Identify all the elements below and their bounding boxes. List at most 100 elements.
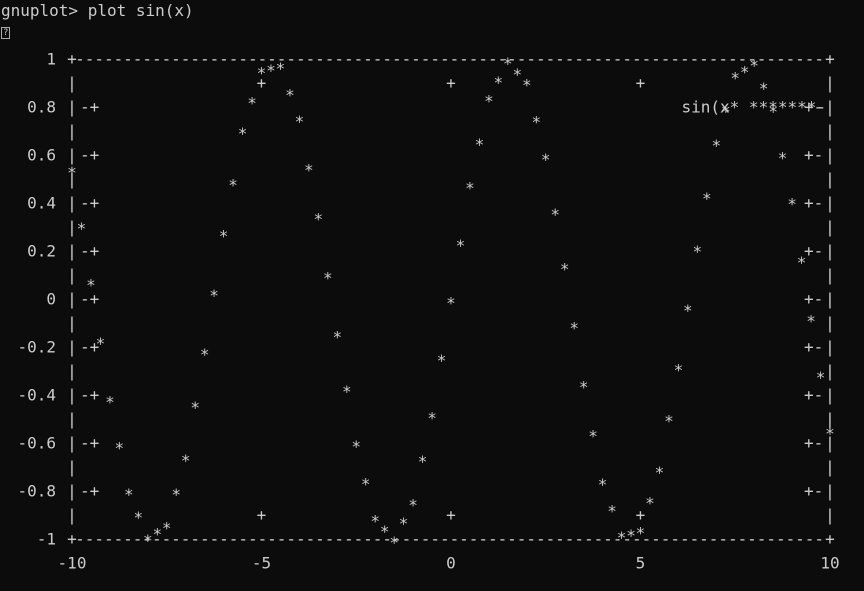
- curve-point: *: [607, 502, 617, 521]
- curve-point: *: [380, 522, 390, 541]
- curve-point: *: [134, 508, 144, 527]
- frame-dash: -: [526, 50, 536, 69]
- frame-bar: |: [825, 146, 835, 165]
- frame-bar: |: [67, 290, 77, 309]
- curve-point: *: [664, 412, 674, 431]
- frame-dash: -: [776, 50, 786, 69]
- curve-point: *: [825, 424, 835, 443]
- curve-point: *: [351, 437, 361, 456]
- frame-dash: -: [690, 530, 700, 549]
- frame-dash: -: [402, 50, 412, 69]
- frame-dash: -: [421, 50, 431, 69]
- frame-dash: -: [315, 530, 325, 549]
- frame-bar: |: [67, 386, 77, 405]
- frame-bar: |: [825, 458, 835, 477]
- y-axis-ticks: 10.8 -+ +-0.6 -+ +-0.4 -+ +-0.2 -+ +-0 -+ +--0.2 -+…: [17, 50, 823, 549]
- frame-dash: -: [757, 530, 767, 549]
- frame-bar: |: [825, 74, 835, 93]
- curve-point: *: [304, 161, 314, 180]
- frame-dash: -: [546, 50, 556, 69]
- frame-dash: -: [728, 50, 738, 69]
- curve-point: *: [124, 485, 134, 504]
- frame-dash: -: [690, 50, 700, 69]
- frame-dash: -: [229, 530, 239, 549]
- frame-dash: -: [613, 50, 623, 69]
- frame-dash: -: [296, 530, 306, 549]
- curve-point: *: [295, 112, 305, 131]
- curve-point: *: [513, 65, 523, 84]
- frame-bar: |: [67, 98, 77, 117]
- frame-dash: -: [574, 50, 584, 69]
- frame-dash: -: [325, 530, 335, 549]
- frame-bar: |: [67, 314, 77, 333]
- frame-dash: -: [584, 50, 594, 69]
- frame-dash: -: [411, 50, 421, 69]
- frame-dash: -: [507, 530, 517, 549]
- y-tick-label: -0.6: [17, 434, 56, 453]
- curve-point: *: [797, 253, 807, 272]
- frame-dash: -: [478, 530, 488, 549]
- frame-dash: -: [190, 530, 200, 549]
- frame-bar: |: [825, 194, 835, 213]
- frame-dash: -: [181, 50, 191, 69]
- y-tick-mark-left: -+: [80, 146, 99, 165]
- y-tick-label: 0: [46, 290, 56, 309]
- frame-dash: -: [814, 50, 824, 69]
- curve-point: *: [389, 533, 399, 552]
- frame-dash: -: [363, 530, 373, 549]
- frame-dash: -: [142, 50, 152, 69]
- curve-point: *: [702, 189, 712, 208]
- frame-dash: -: [488, 50, 498, 69]
- frame-dash: -: [603, 50, 613, 69]
- curve-point: *: [778, 148, 788, 167]
- y-tick-mark-right: +-: [804, 338, 823, 357]
- frame-dash: -: [469, 50, 479, 69]
- frame-bar: |: [825, 482, 835, 501]
- frame-dash: -: [651, 50, 661, 69]
- frame-dash: -: [190, 50, 200, 69]
- frame-dash: -: [555, 530, 565, 549]
- frame-dash: -: [498, 530, 508, 549]
- frame-dash: -: [334, 50, 344, 69]
- y-tick-label: -0.4: [17, 386, 56, 405]
- curve-point: *: [598, 475, 608, 494]
- y-tick-mark-left: -+: [80, 386, 99, 405]
- frame-dash: -: [766, 50, 776, 69]
- frame-bar: |: [67, 434, 77, 453]
- curve-point: *: [190, 398, 200, 417]
- frame-dash: -: [728, 530, 738, 549]
- x-tick-label: -5: [252, 554, 271, 573]
- frame-dash: -: [114, 50, 124, 69]
- frame-bar: |: [825, 218, 835, 237]
- frame-corner: +: [67, 530, 77, 549]
- y-tick-mark-right: +-: [804, 434, 823, 453]
- y-tick-mark-left: -+: [80, 242, 99, 261]
- y-tick-label: -0.2: [17, 338, 56, 357]
- y-tick-mark-right: +-: [804, 482, 823, 501]
- frame-dash: -: [776, 530, 786, 549]
- curve-point: *: [550, 205, 560, 224]
- frame-corner: +: [67, 50, 77, 69]
- curve-point: *: [711, 136, 721, 155]
- frame-dash: -: [805, 530, 815, 549]
- frame-dash: -: [430, 530, 440, 549]
- frame-dash: -: [738, 530, 748, 549]
- frame-dash: -: [574, 530, 584, 549]
- y-tick-label: 1: [46, 50, 56, 69]
- frame-dash: -: [651, 530, 661, 549]
- curve-point: *: [683, 301, 693, 320]
- frame-dash: -: [565, 530, 575, 549]
- frame-dash: -: [315, 50, 325, 69]
- frame-dash: -: [133, 50, 143, 69]
- frame-dash: -: [536, 50, 546, 69]
- curve-point: *: [541, 150, 551, 169]
- frame-bar: |: [825, 266, 835, 285]
- frame-dash: -: [114, 530, 124, 549]
- curve-point: *: [749, 56, 759, 75]
- curve-point: *: [626, 526, 636, 545]
- frame-bar: |: [67, 146, 77, 165]
- frame-dash: -: [661, 530, 671, 549]
- curve-point: *: [323, 268, 333, 287]
- curve-point: *: [437, 351, 447, 370]
- x-tick-mark-bottom: +: [446, 506, 456, 525]
